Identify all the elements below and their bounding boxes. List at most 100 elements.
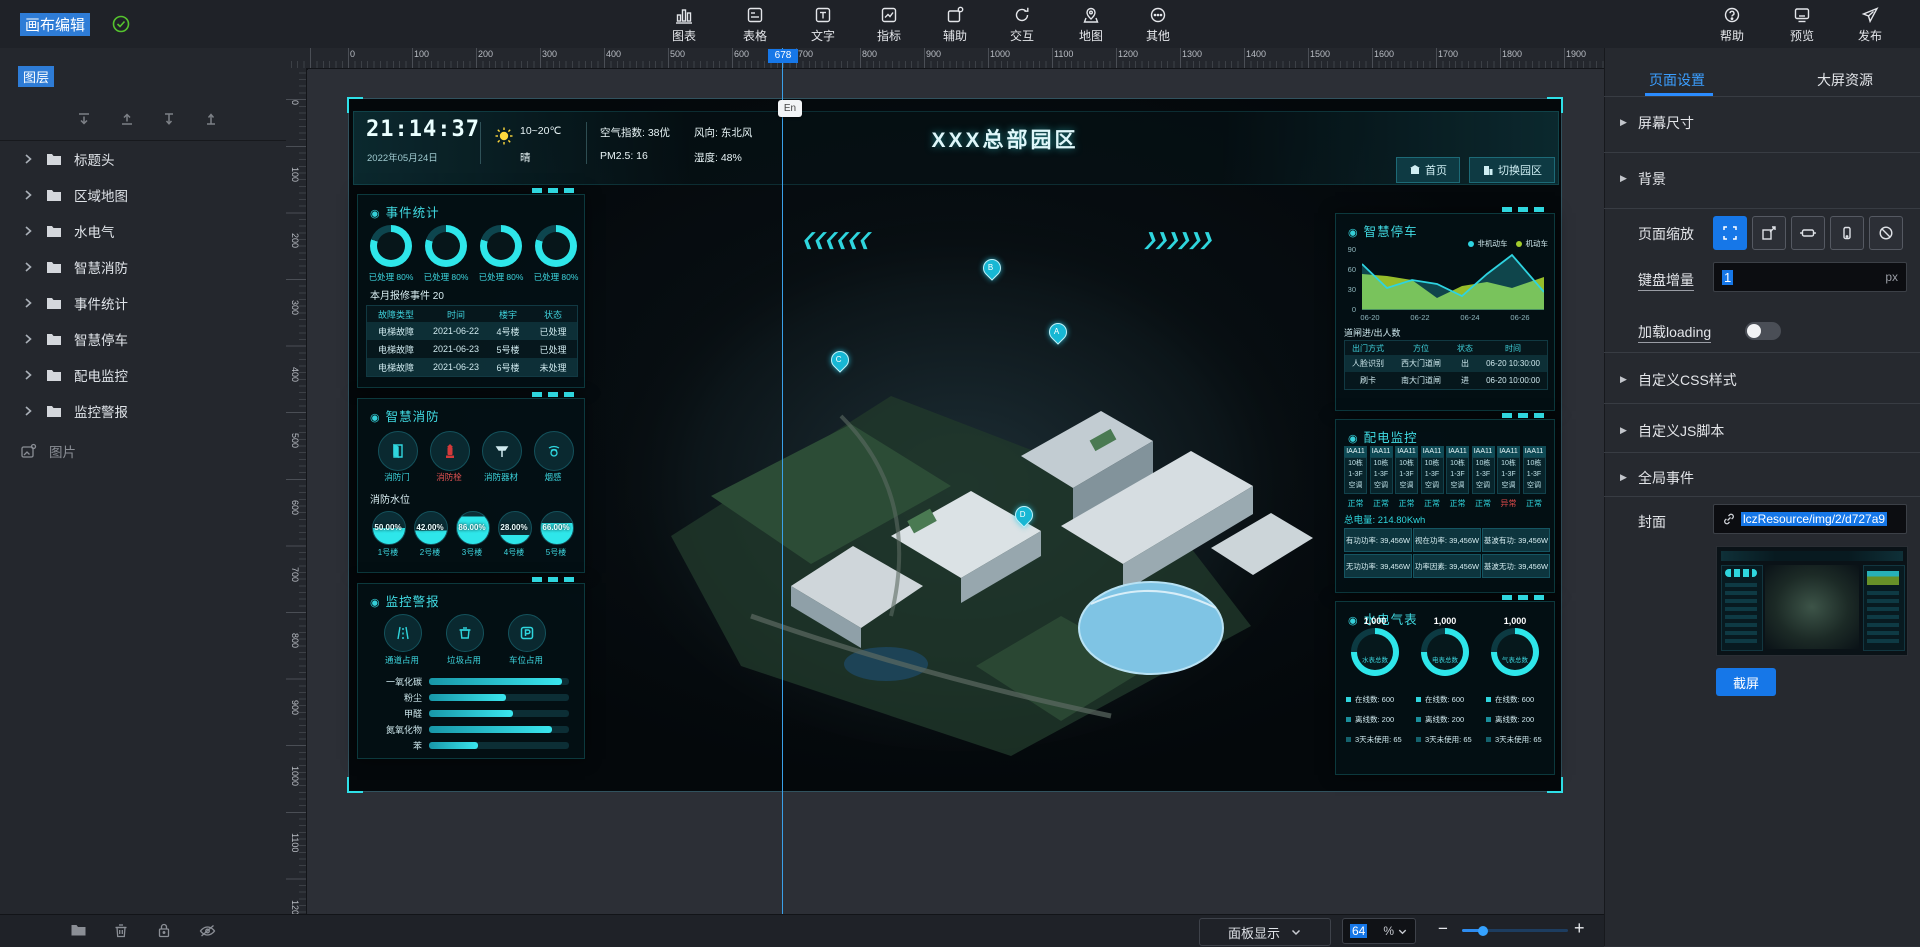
- panel-monitor-alerts[interactable]: ◉监控警报 通道占用 垃圾占用 车位占用 一氧化碳 粉尘 甲醛 氮氧化物 苯: [357, 583, 585, 759]
- expand-arrow-icon[interactable]: ▶: [1620, 173, 1627, 184]
- keyboard-increment-input[interactable]: 1 px: [1713, 262, 1907, 292]
- delete-icon[interactable]: [113, 922, 129, 939]
- ruler-label: 300: [290, 300, 300, 315]
- publish-button[interactable]: 发布: [1838, 5, 1902, 44]
- zoom-fit-height-button[interactable]: [1830, 216, 1864, 250]
- sidebar-layer-title-head[interactable]: 标题头: [0, 142, 308, 176]
- panel-smart-fire[interactable]: ◉智慧消防 消防门 消防栓 消防器材 烟感 消防水位 50.00% 42.00%…: [357, 398, 585, 573]
- zoom-slider-knob[interactable]: [1478, 926, 1488, 936]
- dashboard-header: 21:14:37 2022年05月24日 10~20℃ 晴 空气指数: 38优 …: [353, 111, 1559, 185]
- lock-icon[interactable]: [156, 922, 172, 939]
- zoom-in-button[interactable]: +: [1574, 918, 1585, 939]
- toolbar-item-other[interactable]: 其他: [1126, 5, 1190, 44]
- header-divider: [480, 122, 481, 164]
- section-custom-js[interactable]: 自定义JS脚本: [1638, 421, 1724, 441]
- cover-url-input[interactable]: lczResource/img/2/d727a9: [1713, 504, 1907, 534]
- gauge-percent: 50.00%: [368, 523, 408, 532]
- sidebar-layer-fire[interactable]: 智慧消防: [0, 250, 308, 284]
- panel-utility-meters[interactable]: ◉水电气表 1,000 1,000 1,000 水表总数 电表总数 气表总数 在…: [1335, 601, 1555, 775]
- chevron-right-icon: [22, 297, 34, 309]
- zoom-fit-width-button[interactable]: [1791, 216, 1825, 250]
- ruler-label: 0: [350, 49, 355, 59]
- zoom-none-button[interactable]: [1869, 216, 1903, 250]
- ruler-label: 1500: [1310, 49, 1330, 59]
- panel-power-monitor[interactable]: ◉配电监控 IAA1110栋1-3F空调 IAA1110栋1-3F空调 IAA1…: [1335, 419, 1555, 593]
- ruler-label: 1200: [1118, 49, 1138, 59]
- loading-toggle[interactable]: [1745, 322, 1781, 340]
- toolbar-item-interaction[interactable]: 交互: [990, 5, 1054, 44]
- guide-line[interactable]: [782, 48, 783, 914]
- layer-to-bottom-icon[interactable]: [75, 110, 93, 128]
- toolbar-item-table[interactable]: 表格: [723, 5, 787, 44]
- donut-label: 已处理 80%: [419, 271, 473, 283]
- help-button[interactable]: 帮助: [1700, 5, 1764, 44]
- sidebar-layer-region-map[interactable]: 区域地图: [0, 178, 308, 212]
- sidebar-layer-events[interactable]: 事件统计: [0, 286, 308, 320]
- panel-decoration: [532, 392, 574, 397]
- toolbar-item-text[interactable]: 文字: [791, 5, 855, 44]
- toggle-knob: [1747, 324, 1761, 338]
- screenshot-button[interactable]: 截屏: [1716, 668, 1776, 696]
- section-custom-css[interactable]: 自定义CSS样式: [1638, 370, 1737, 390]
- meter-value: 1,000: [1351, 616, 1399, 626]
- dashboard-canvas[interactable]: B A C D 21:14:37 2022年05月24日 10~20℃ 晴 空气…: [348, 98, 1562, 792]
- zoom-out-button[interactable]: −: [1438, 919, 1448, 939]
- donut-chart: [425, 225, 467, 267]
- toolbar-item-indicator[interactable]: 指标: [857, 5, 921, 44]
- section-global-events[interactable]: 全局事件: [1638, 468, 1694, 488]
- expand-arrow-icon[interactable]: ▶: [1620, 472, 1627, 483]
- gas-bar-row: 一氧化碳: [366, 674, 569, 689]
- preview-button[interactable]: 预览: [1770, 5, 1834, 44]
- sidebar-layer-parking[interactable]: 智慧停车: [0, 322, 308, 356]
- layer-to-top-icon[interactable]: [118, 110, 136, 128]
- panel-smart-parking[interactable]: ◉智慧停车 非机动车 机动车 90 60 30 0 06-20 06-22 06…: [1335, 213, 1555, 411]
- section-background[interactable]: 背景: [1638, 169, 1666, 189]
- toolbar-item-auxiliary[interactable]: 辅助: [923, 5, 987, 44]
- hide-eye-icon[interactable]: [198, 922, 217, 939]
- zoom-fit-button[interactable]: [1713, 216, 1747, 250]
- monitor-icon-label: 车位占用: [498, 654, 554, 666]
- input-value: 1: [1722, 270, 1733, 285]
- power-stat: 有功功率: 39,456W: [1344, 528, 1412, 552]
- meter-stat: 离线数: 200: [1486, 714, 1534, 725]
- sidebar-layer-alerts[interactable]: 监控警报: [0, 394, 308, 428]
- selection-corner: [347, 777, 363, 793]
- zoom-percent-input[interactable]: 64 %: [1342, 918, 1416, 944]
- ruler-label: 1600: [1374, 49, 1394, 59]
- layer-move-up-icon[interactable]: [202, 110, 220, 128]
- panel-event-stats[interactable]: ◉事件统计 已处理 80% 已处理 80% 已处理 80% 已处理 80% 本月…: [357, 194, 585, 388]
- ruler-label: 800: [290, 633, 300, 648]
- bottom-bar: 面板显示 64 % − +: [0, 914, 1604, 947]
- vertical-ruler[interactable]: 0 100 200 300 400 500 600 700 800 900 10…: [286, 68, 307, 914]
- sidebar-layer-utilities[interactable]: 水电气: [0, 214, 308, 248]
- tab-page-settings[interactable]: 页面设置: [1649, 70, 1705, 90]
- cabinet-status: 正常: [1446, 498, 1469, 509]
- zoom-stretch-button[interactable]: [1752, 216, 1786, 250]
- switch-campus-button[interactable]: 切换园区: [1469, 157, 1555, 183]
- home-button[interactable]: 首页: [1396, 157, 1460, 183]
- panel-decoration: [1502, 595, 1544, 600]
- zoom-value: 64: [1350, 924, 1367, 938]
- expand-arrow-icon[interactable]: ▶: [1620, 374, 1627, 385]
- cover-thumbnail[interactable]: [1716, 546, 1908, 656]
- toolbar-item-charts[interactable]: 图表: [652, 5, 716, 44]
- layer-move-down-icon[interactable]: [160, 110, 178, 128]
- sidebar-item-image[interactable]: 图片: [0, 434, 306, 468]
- folder-icon: [46, 332, 62, 346]
- ruler-label: 600: [290, 500, 300, 515]
- expand-arrow-icon[interactable]: ▶: [1620, 117, 1627, 128]
- trash-occupied-icon: [446, 614, 484, 652]
- section-screen-size[interactable]: 屏幕尺寸: [1638, 113, 1694, 133]
- group-folder-icon[interactable]: [70, 922, 87, 938]
- sidebar-layer-power[interactable]: 配电监控: [0, 358, 308, 392]
- toolbar-item-map[interactable]: 地图: [1059, 5, 1123, 44]
- panel-display-dropdown[interactable]: 面板显示: [1199, 918, 1331, 946]
- page-title[interactable]: 画布编辑: [20, 13, 90, 36]
- expand-arrow-icon[interactable]: ▶: [1620, 425, 1627, 436]
- zoom-slider-track[interactable]: [1462, 929, 1568, 932]
- power-cabinet: IAA1110栋1-3F空调: [1421, 446, 1444, 494]
- donut-chart: [535, 225, 577, 267]
- cover-url-value: lczResource/img/2/d727a9: [1741, 512, 1887, 526]
- tab-screen-resources[interactable]: 大屏资源: [1817, 70, 1873, 90]
- horizontal-ruler[interactable]: 0 100 200 300 400 500 600 700 800 900 10…: [286, 48, 1604, 69]
